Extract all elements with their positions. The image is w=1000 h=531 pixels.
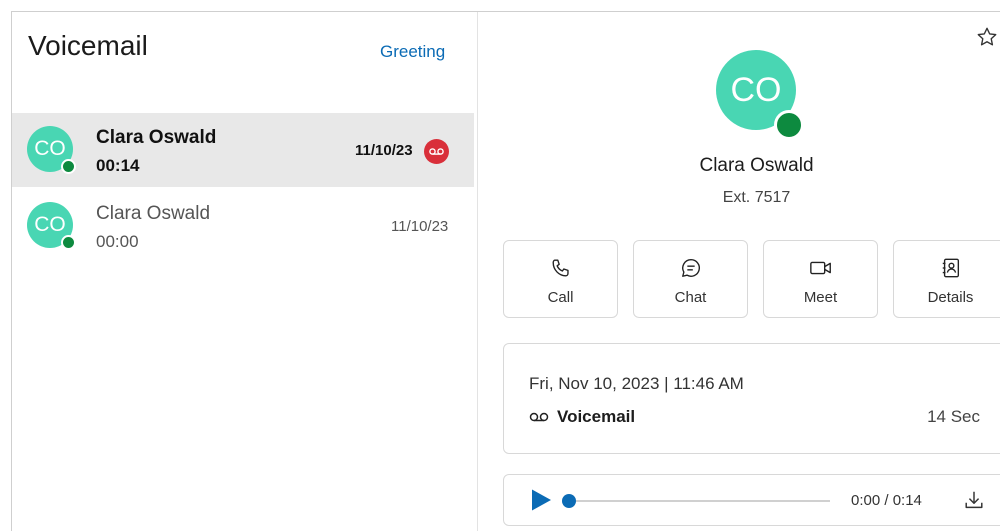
caller-name: Clara Oswald: [96, 127, 217, 148]
voicemail-length: 14 Sec: [927, 407, 980, 426]
avatar: CO: [27, 126, 76, 174]
video-icon: [764, 257, 877, 279]
voicemail-icon: [529, 412, 549, 422]
call-button[interactable]: Call: [503, 240, 618, 318]
voicemail-date: 11/10/23: [391, 218, 449, 235]
voicemail-info-card: Fri, Nov 10, 2023 | 11:46 AM Voicemail 1…: [503, 343, 1000, 454]
voicemail-type: Voicemail: [529, 407, 635, 427]
contact-name: Clara Oswald: [699, 155, 814, 176]
chat-button-label: Chat: [674, 289, 707, 306]
voicemail-type-label: Voicemail: [557, 407, 636, 426]
call-button-label: Call: [547, 289, 574, 306]
details-button[interactable]: Details: [893, 240, 1000, 318]
avatar-initials: CO: [34, 137, 66, 160]
chat-icon: [634, 257, 747, 279]
contact-card-icon: [894, 257, 1000, 279]
seek-track[interactable]: [568, 500, 830, 502]
avatar-initials: CO: [730, 70, 782, 109]
favorite-star-icon[interactable]: [976, 26, 998, 53]
voicemail-list-item[interactable]: CO Clara Oswald 00:00 11/10/23: [12, 189, 474, 263]
presence-available-icon: [61, 159, 76, 174]
meet-button-label: Meet: [803, 289, 838, 306]
presence-available-icon: [61, 235, 76, 250]
details-button-label: Details: [927, 289, 974, 306]
voicemail-list-item[interactable]: CO Clara Oswald 00:14 11/10/23: [12, 113, 474, 187]
voicemail-datetime: Fri, Nov 10, 2023 | 11:46 AM: [529, 374, 744, 393]
phone-icon: [504, 257, 617, 279]
page-title: Voicemail: [28, 30, 148, 61]
seek-thumb[interactable]: [562, 494, 576, 508]
caller-name: Clara Oswald: [96, 203, 211, 224]
presence-available-icon: [774, 110, 804, 140]
voicemail-date: 11/10/23: [355, 142, 413, 159]
playback-time: 0:00 / 0:14: [851, 492, 922, 509]
avatar: CO: [27, 202, 76, 250]
contact-extension: Ext. 7517: [722, 189, 791, 206]
voicemail-list-panel: Voicemail Greeting CO Clara Oswald 00:14…: [12, 12, 478, 531]
chat-button[interactable]: Chat: [633, 240, 748, 318]
voicemail-app: Voicemail Greeting CO Clara Oswald 00:14…: [11, 11, 1000, 531]
download-icon[interactable]: [963, 489, 985, 516]
audio-player: 0:00 / 0:14: [503, 474, 1000, 526]
meet-button[interactable]: Meet: [763, 240, 878, 318]
greeting-link[interactable]: Greeting: [380, 42, 445, 62]
avatar-initials: CO: [34, 213, 66, 236]
voicemail-detail-panel: CO Clara Oswald Ext. 7517 Call Chat Meet…: [479, 12, 1000, 531]
contact-avatar: CO: [716, 50, 804, 140]
voicemail-duration: 00:00: [96, 232, 139, 251]
unread-voicemail-icon: [424, 139, 449, 164]
voicemail-duration: 00:14: [96, 156, 140, 175]
play-icon[interactable]: [530, 488, 552, 517]
